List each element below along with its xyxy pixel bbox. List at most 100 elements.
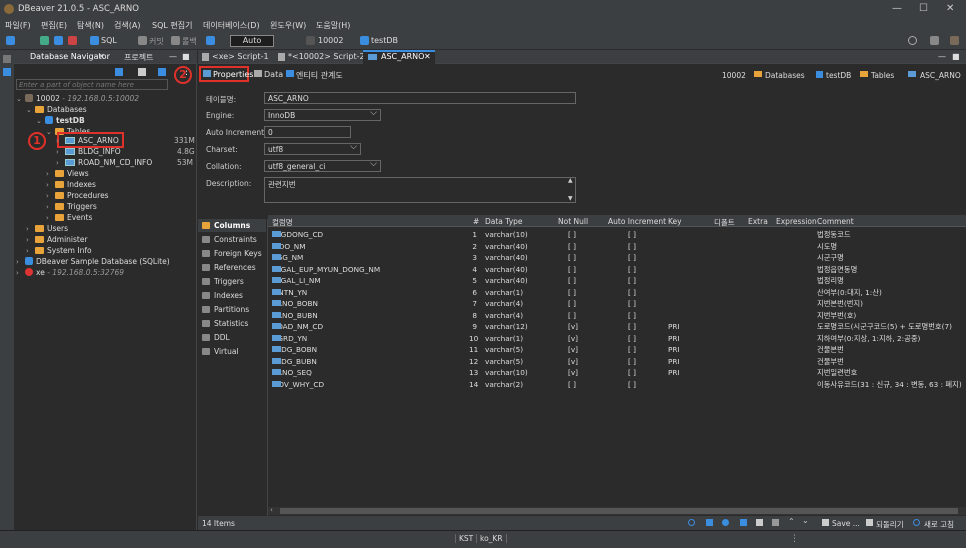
cell-data-type[interactable]: varchar(40) [485, 253, 528, 262]
search-icon[interactable] [908, 36, 917, 45]
cell-data-type[interactable]: varchar(12) [485, 322, 528, 331]
table-row[interactable]: LEGAL_LI_NM 5 varchar(40) [ ] [ ] 법정리명 [268, 275, 966, 287]
cell-column-name[interactable]: ROAD_NM_CD [272, 322, 323, 331]
collation-select[interactable]: utf8_general_ci [264, 159, 381, 172]
minimize-editor-icon[interactable]: — [938, 52, 946, 61]
header-ordinal[interactable]: # [473, 217, 479, 226]
subtab-er-diagram[interactable]: 엔티티 관계도 [296, 70, 343, 81]
tab-10002-script-2[interactable]: *<10002> Script-2 [288, 52, 365, 61]
filter-icon[interactable] [706, 519, 713, 526]
auto-commit-field[interactable]: Auto [230, 35, 274, 47]
rollback-icon[interactable] [171, 36, 180, 45]
cell-not-null[interactable]: [v] [568, 322, 578, 331]
section-statistics[interactable]: Statistics [198, 317, 266, 330]
cell-column-name[interactable]: LEGDONG_CD [272, 230, 323, 239]
tree-node-procedures[interactable]: › Procedures [46, 191, 109, 200]
cell-column-name[interactable]: LEGAL_EUP_MYUN_DONG_NM [272, 265, 380, 274]
timezone-indicator[interactable]: KST [455, 534, 473, 543]
cell-auto-increment[interactable]: [ ] [628, 322, 636, 331]
header-key[interactable]: Key [668, 217, 682, 226]
refresh-button[interactable]: 새로 고침 [924, 519, 954, 530]
menu-window[interactable]: 윈도우(W) [270, 20, 306, 31]
cell-ordinal[interactable]: 13 [469, 368, 478, 377]
object-filter-input[interactable]: Enter a part of object name here [16, 79, 168, 90]
cell-ordinal[interactable]: 9 [469, 322, 477, 331]
cell-data-type[interactable]: varchar(40) [485, 265, 528, 274]
cell-not-null[interactable]: [ ] [568, 380, 576, 389]
active-connection-selector[interactable]: 10002 [318, 36, 343, 45]
cell-auto-increment[interactable]: [ ] [628, 265, 636, 274]
cell-not-null[interactable]: [ ] [568, 265, 576, 274]
cell-ordinal[interactable]: 8 [469, 311, 477, 320]
maximize-panel-icon[interactable]: ■ [182, 52, 190, 61]
section-triggers[interactable]: Triggers [198, 275, 266, 288]
menu-sql-editor[interactable]: SQL 편집기 [152, 20, 192, 31]
expand-arrow-icon[interactable]: › [26, 236, 35, 244]
tree-node-administer[interactable]: › Administer [26, 235, 88, 244]
project-icon[interactable] [3, 68, 11, 76]
cell-data-type[interactable]: varchar(40) [485, 276, 528, 285]
tree-node-connection-xe[interactable]: › xe - 192.168.0.5:32769 [16, 268, 124, 277]
tab-xe-script-1[interactable]: <xe> Script-1 [212, 52, 269, 61]
description-scroll-down-icon[interactable]: ▼ [568, 195, 573, 202]
cell-column-name[interactable]: ARNO_BUBN [272, 311, 318, 320]
header-data-type[interactable]: Data Type [485, 217, 523, 226]
cell-data-type[interactable]: varchar(2) [485, 380, 523, 389]
cell-ordinal[interactable]: 7 [469, 299, 477, 308]
section-virtual[interactable]: Virtual [198, 345, 266, 358]
cell-data-type[interactable]: varchar(10) [485, 230, 528, 239]
cell-auto-increment[interactable]: [ ] [628, 299, 636, 308]
tab-asc-arno[interactable]: ASC_ARNO [381, 52, 424, 61]
horizontal-scrollbar[interactable]: ‹ [268, 506, 966, 515]
search-icon[interactable] [688, 519, 695, 526]
table-name-field[interactable]: ASC_ARNO [264, 92, 576, 104]
subtab-data[interactable]: Data [264, 70, 283, 79]
tree-node-table-road-nm-cd-info[interactable]: › ROAD_NM_CD_INFO [56, 158, 152, 167]
cell-not-null[interactable]: [ ] [568, 276, 576, 285]
expand-arrow-icon[interactable]: › [16, 269, 25, 277]
link-editor-icon[interactable] [138, 68, 146, 76]
scroll-thumb[interactable] [280, 508, 958, 514]
cell-comment[interactable]: 지하여부(0:지상, 1:지하, 2:공중) [817, 334, 920, 344]
filter-icon[interactable] [158, 68, 166, 76]
menu-search[interactable]: 검색(A) [114, 20, 140, 31]
transaction-mode-icon[interactable] [206, 36, 215, 45]
table-row[interactable]: SGG_NM 3 varchar(40) [ ] [ ] 시군구명 [268, 252, 966, 264]
cell-comment[interactable]: 이동사유코드(31 : 신규, 34 : 변동, 63 : 폐지) [817, 380, 962, 390]
cell-not-null[interactable]: [v] [568, 345, 578, 354]
charset-select[interactable]: utf8 [264, 142, 361, 155]
cell-key[interactable]: PRI [668, 357, 680, 366]
tree-node-events[interactable]: › Events [46, 213, 92, 222]
cell-column-name[interactable]: BLDG_BUBN [272, 357, 317, 366]
section-ddl[interactable]: DDL [198, 331, 266, 344]
cell-key[interactable]: PRI [668, 322, 680, 331]
expand-arrow-icon[interactable]: › [46, 170, 55, 178]
cell-ordinal[interactable]: 5 [469, 276, 477, 285]
header-not-null[interactable]: Not Null [558, 217, 588, 226]
expand-arrow-icon[interactable]: ⌄ [46, 128, 55, 136]
header-column-name[interactable]: 컬럼명 [272, 217, 293, 228]
expand-arrow-icon[interactable]: › [26, 225, 35, 233]
cell-not-null[interactable]: [ ] [568, 299, 576, 308]
cell-auto-increment[interactable]: [ ] [628, 276, 636, 285]
cell-column-name[interactable]: BLDG_BOBN [272, 345, 317, 354]
settings-icon[interactable] [722, 519, 729, 526]
cell-comment[interactable]: 법정동코드 [817, 230, 851, 240]
cell-column-name[interactable]: SIDO_NM [272, 242, 306, 251]
commit-button[interactable]: 커밋 [149, 36, 164, 47]
cell-column-name[interactable]: ARNO_BOBN [272, 299, 318, 308]
cell-auto-increment[interactable]: [ ] [628, 311, 636, 320]
cell-comment[interactable]: 지번부번(호) [817, 311, 856, 321]
commit-icon[interactable] [138, 36, 147, 45]
table-row[interactable]: ARNO_SEQ 13 varchar(10) [v] [ ] PRI 지번일련번호 [268, 367, 966, 379]
tab-projects[interactable]: 프로젝트 [124, 52, 153, 63]
expand-arrow-icon[interactable]: › [56, 137, 65, 145]
breadcrumb-connection[interactable]: 10002 [722, 71, 746, 80]
close-tab-icon[interactable]: ✕ [424, 52, 431, 61]
table-row[interactable]: ARNO_BOBN 7 varchar(4) [ ] [ ] 지번본번(번지) [268, 298, 966, 310]
cell-auto-increment[interactable]: [ ] [628, 230, 636, 239]
description-textarea[interactable]: 관련지번 [264, 177, 576, 203]
cell-ordinal[interactable]: 6 [469, 288, 477, 297]
collapse-all-icon[interactable] [115, 68, 123, 76]
cell-data-type[interactable]: varchar(4) [485, 299, 523, 308]
